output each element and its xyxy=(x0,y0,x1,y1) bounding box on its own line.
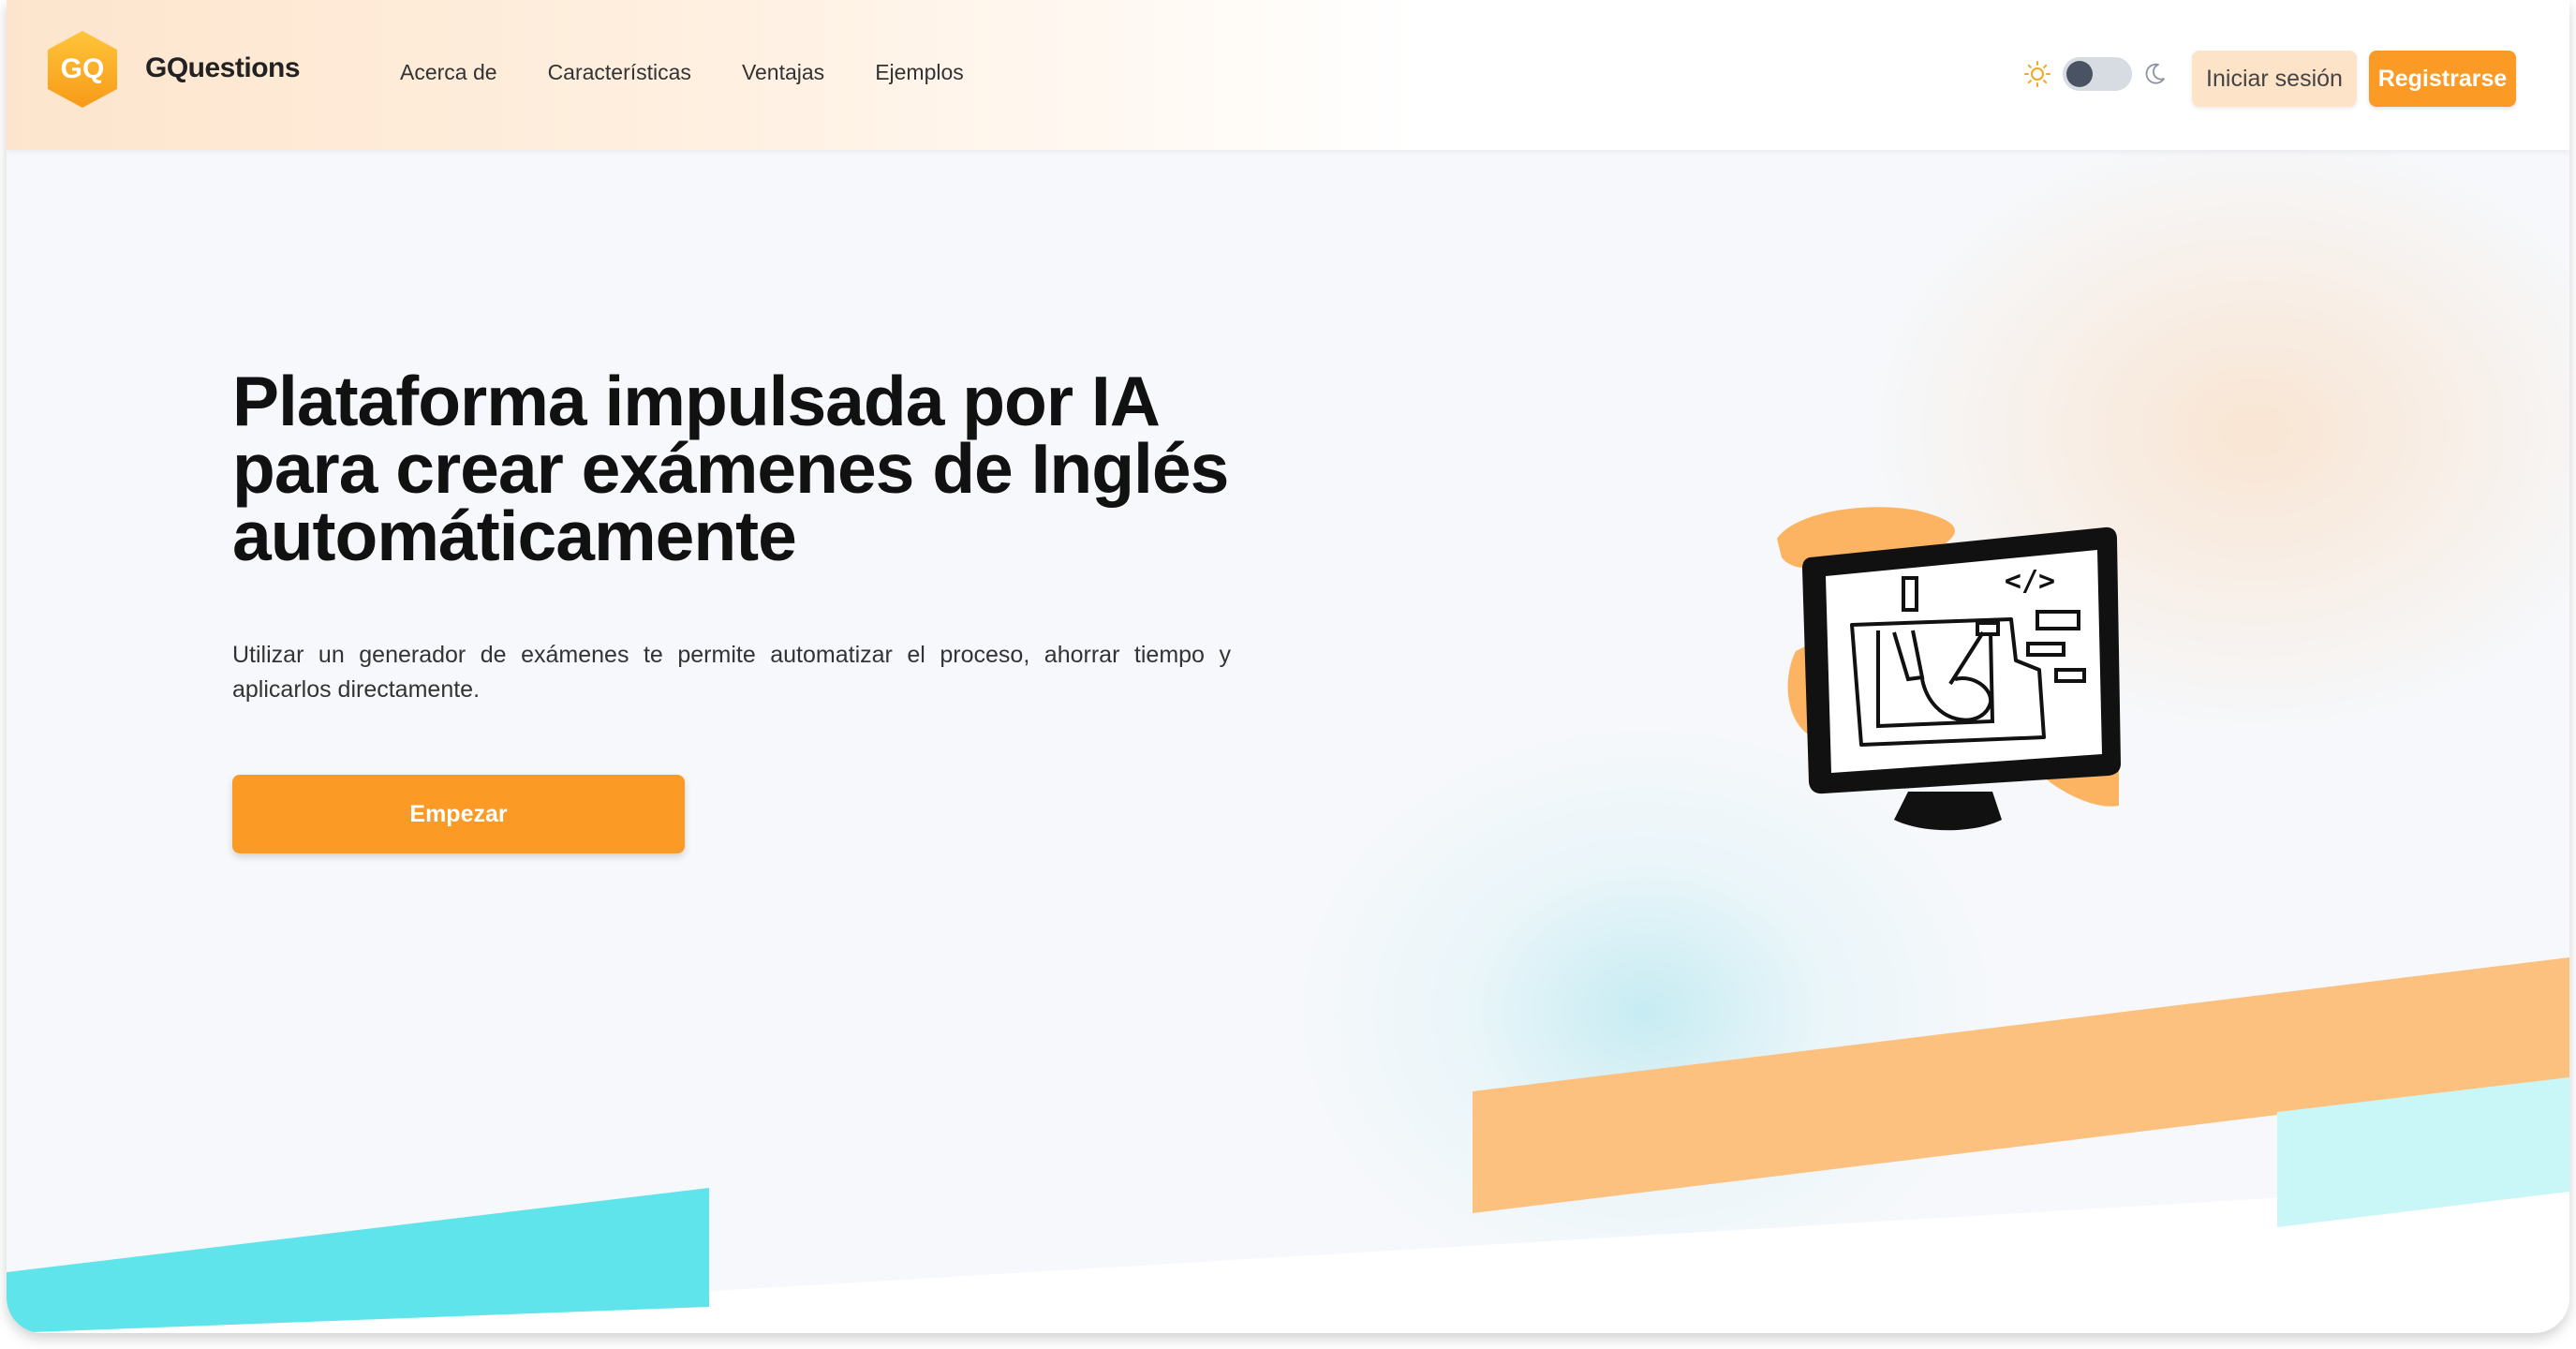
sun-icon xyxy=(2024,61,2050,87)
nav-link-features[interactable]: Características xyxy=(548,60,691,85)
computer-code-illustration: </> xyxy=(1777,507,2121,831)
main-nav: Acerca de Características Ventajas Ejemp… xyxy=(400,60,964,85)
moon-icon xyxy=(2145,63,2165,84)
top-navbar: GQ GQuestions Acerca de Características … xyxy=(7,0,2569,150)
brand-name[interactable]: GQuestions xyxy=(145,52,301,84)
signup-button[interactable]: Registrarse xyxy=(2369,51,2516,107)
start-button[interactable]: Empezar xyxy=(232,775,685,853)
hero-description: Utilizar un generador de exámenes te per… xyxy=(232,642,1231,703)
app-frame: GQ GQuestions Acerca de Características … xyxy=(7,0,2569,1333)
nav-link-advantages[interactable]: Ventajas xyxy=(742,60,824,85)
nav-link-about[interactable]: Acerca de xyxy=(400,60,497,85)
theme-toggle[interactable] xyxy=(2063,57,2132,91)
logo-badge-icon[interactable]: GQ xyxy=(44,29,121,110)
toggle-knob xyxy=(2066,61,2093,87)
hero-title: Plataforma impulsada por IA para crear e… xyxy=(232,366,1356,571)
logo-text: GQ xyxy=(61,53,105,84)
nav-link-examples[interactable]: Ejemplos xyxy=(875,60,964,85)
login-button[interactable]: Iniciar sesión xyxy=(2192,51,2357,107)
hero-title-line: automáticamente xyxy=(232,497,797,575)
code-tag: </> xyxy=(2005,565,2055,598)
